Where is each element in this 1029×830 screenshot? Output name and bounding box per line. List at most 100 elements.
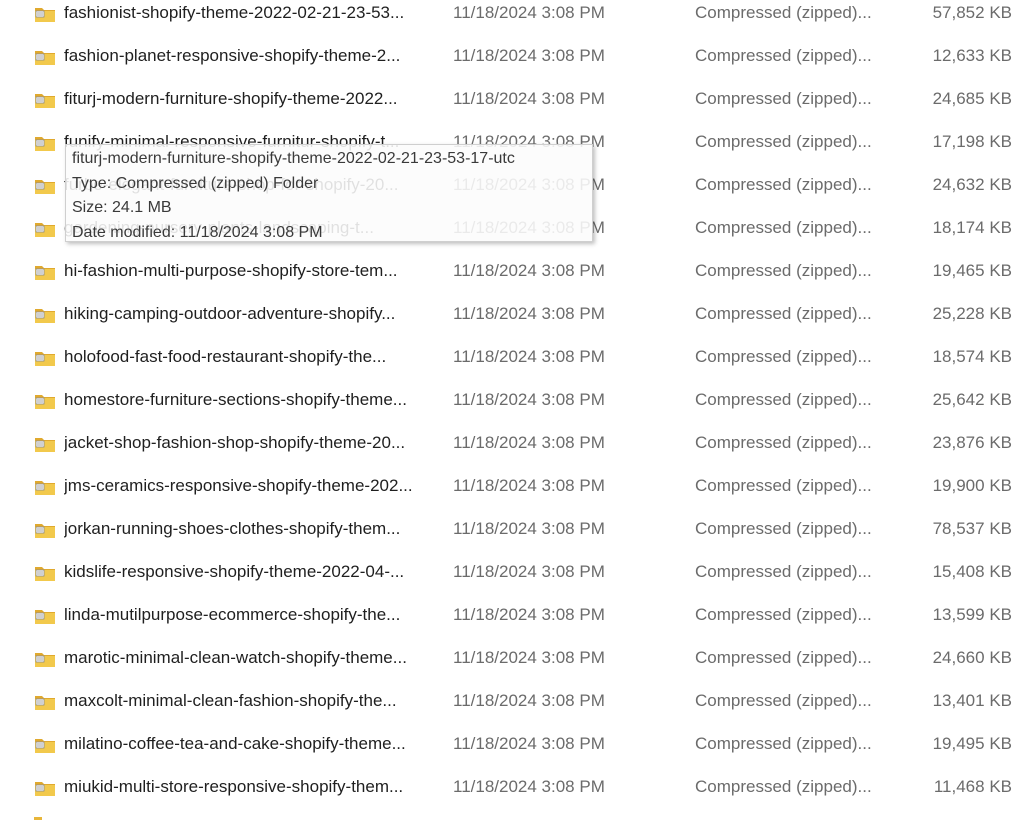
file-row[interactable]: jms-ceramics-responsive-shopify-theme-20… [0,473,1029,516]
file-type: Compressed (zipped)... [695,3,872,22]
zip-folder-icon [34,564,56,582]
file-date-modified: 11/18/2024 3:08 PM [453,777,605,796]
file-row[interactable]: milatino-coffee-tea-and-cake-shopify-the… [0,731,1029,774]
file-name[interactable]: holofood-fast-food-restaurant-shopify-th… [64,347,436,367]
file-row[interactable]: jorkan-running-shoes-clothes-shopify-the… [0,516,1029,559]
file-name[interactable]: hiking-camping-outdoor-adventure-shopify… [64,304,436,324]
file-date-modified: 11/18/2024 3:08 PM [453,46,605,65]
file-size: 17,198 KB [932,132,1012,151]
file-type: Compressed (zipped)... [695,46,872,65]
file-name[interactable]: jacket-shop-fashion-shop-shopify-theme-2… [64,433,436,453]
zip-folder-icon [34,48,56,66]
file-date-modified: 11/18/2024 3:08 PM [453,3,605,22]
file-row[interactable]: homestore-furniture-sections-shopify-the… [0,387,1029,430]
file-row[interactable]: hiking-camping-outdoor-adventure-shopify… [0,301,1029,344]
file-type: Compressed (zipped)... [695,89,872,108]
file-date-modified: 11/18/2024 3:08 PM [453,648,605,667]
zip-folder-icon [34,91,56,109]
file-date-modified: 11/18/2024 3:08 PM [453,347,605,366]
file-row[interactable]: fiturj-modern-furniture-shopify-theme-20… [0,86,1029,129]
zip-folder-icon [34,263,56,281]
file-date-modified: 11/18/2024 3:08 PM [453,519,605,538]
file-type: Compressed (zipped)... [695,648,872,667]
file-type: Compressed (zipped)... [695,476,872,495]
tooltip-file-name: fiturj-modern-furniture-shopify-theme-20… [72,150,515,167]
file-row[interactable]: holofood-fast-food-restaurant-shopify-th… [0,344,1029,387]
file-row[interactable]: marotic-minimal-clean-watch-shopify-them… [0,645,1029,688]
file-date-modified: 11/18/2024 3:08 PM [453,89,605,108]
tooltip-type: Type: Compressed (zipped) Folder [72,174,319,192]
file-size: 19,465 KB [932,261,1012,280]
file-size: 19,900 KB [932,476,1012,495]
file-name[interactable]: linda-mutilpurpose-ecommerce-shopify-the… [64,605,436,625]
file-name[interactable]: hi-fashion-multi-purpose-shopify-store-t… [64,261,436,281]
file-row[interactable]: miukid-multi-store-responsive-shopify-th… [0,774,1029,817]
file-row[interactable]: maxcolt-minimal-clean-fashion-shopify-th… [0,688,1029,731]
zip-folder-icon [34,306,56,324]
file-size: 78,537 KB [932,519,1012,538]
zip-folder-icon [34,607,56,625]
file-row[interactable]: fashion-planet-responsive-shopify-theme-… [0,43,1029,86]
file-size: 25,642 KB [932,390,1012,409]
file-type: Compressed (zipped)... [695,777,872,796]
zip-folder-icon [34,5,56,23]
file-list: fashionist-shopify-theme-2022-02-21-23-5… [0,0,1029,830]
file-size: 25,228 KB [932,304,1012,323]
file-name[interactable]: maxcolt-minimal-clean-fashion-shopify-th… [64,691,436,711]
file-date-modified: 11/18/2024 3:08 PM [453,261,605,280]
file-date-modified: 11/18/2024 3:08 PM [453,433,605,452]
partial-row-icon [34,817,42,820]
file-name[interactable]: miukid-multi-store-responsive-shopify-th… [64,777,436,797]
zip-folder-icon [34,521,56,539]
zip-folder-icon [34,736,56,754]
file-size: 24,685 KB [932,89,1012,108]
zip-folder-icon [34,435,56,453]
file-date-modified: 11/18/2024 3:08 PM [453,562,605,581]
file-size: 24,632 KB [932,175,1012,194]
file-name[interactable]: fashion-planet-responsive-shopify-theme-… [64,46,436,66]
file-size: 12,633 KB [932,46,1012,65]
file-date-modified: 11/18/2024 3:08 PM [453,476,605,495]
tooltip-size: Size: 24.1 MB [72,199,172,216]
file-type: Compressed (zipped)... [695,261,872,280]
file-name[interactable]: marotic-minimal-clean-watch-shopify-them… [64,648,436,668]
zip-folder-icon [34,177,56,195]
file-type: Compressed (zipped)... [695,304,872,323]
file-type: Compressed (zipped)... [695,433,872,452]
tooltip-date-modified: Date modified: 11/18/2024 3:08 PM [72,223,323,241]
file-name[interactable]: milatino-coffee-tea-and-cake-shopify-the… [64,734,436,754]
file-name[interactable]: jms-ceramics-responsive-shopify-theme-20… [64,476,436,496]
file-name[interactable]: fiturj-modern-furniture-shopify-theme-20… [64,89,436,109]
file-row[interactable]: kidslife-responsive-shopify-theme-2022-0… [0,559,1029,602]
file-size: 23,876 KB [932,433,1012,452]
file-row[interactable]: jacket-shop-fashion-shop-shopify-theme-2… [0,430,1029,473]
file-size: 13,401 KB [932,691,1012,710]
file-name[interactable]: fashionist-shopify-theme-2022-02-21-23-5… [64,3,436,23]
file-date-modified: 11/18/2024 3:08 PM [453,605,605,624]
zip-folder-icon [34,779,56,797]
file-type: Compressed (zipped)... [695,347,872,366]
file-size: 15,408 KB [932,562,1012,581]
file-size: 19,495 KB [932,734,1012,753]
file-name[interactable]: jorkan-running-shoes-clothes-shopify-the… [64,519,436,539]
file-size: 18,174 KB [932,218,1012,237]
file-row[interactable]: linda-mutilpurpose-ecommerce-shopify-the… [0,602,1029,645]
file-row[interactable]: hi-fashion-multi-purpose-shopify-store-t… [0,258,1029,301]
file-date-modified: 11/18/2024 3:08 PM [453,390,605,409]
file-date-modified: 11/18/2024 3:08 PM [453,691,605,710]
file-type: Compressed (zipped)... [695,519,872,538]
zip-folder-icon [34,650,56,668]
file-type: Compressed (zipped)... [695,218,872,237]
file-type: Compressed (zipped)... [695,132,872,151]
file-size: 24,660 KB [932,648,1012,667]
file-row[interactable]: fashionist-shopify-theme-2022-02-21-23-5… [0,0,1029,43]
file-type: Compressed (zipped)... [695,390,872,409]
file-type: Compressed (zipped)... [695,562,872,581]
zip-folder-icon [34,478,56,496]
file-name[interactable]: kidslife-responsive-shopify-theme-2022-0… [64,562,436,582]
file-type: Compressed (zipped)... [695,691,872,710]
file-tooltip: fiturj-modern-furniture-shopify-theme-20… [65,144,593,242]
file-date-modified: 11/18/2024 3:08 PM [453,734,605,753]
file-name[interactable]: homestore-furniture-sections-shopify-the… [64,390,436,410]
file-size: 18,574 KB [932,347,1012,366]
